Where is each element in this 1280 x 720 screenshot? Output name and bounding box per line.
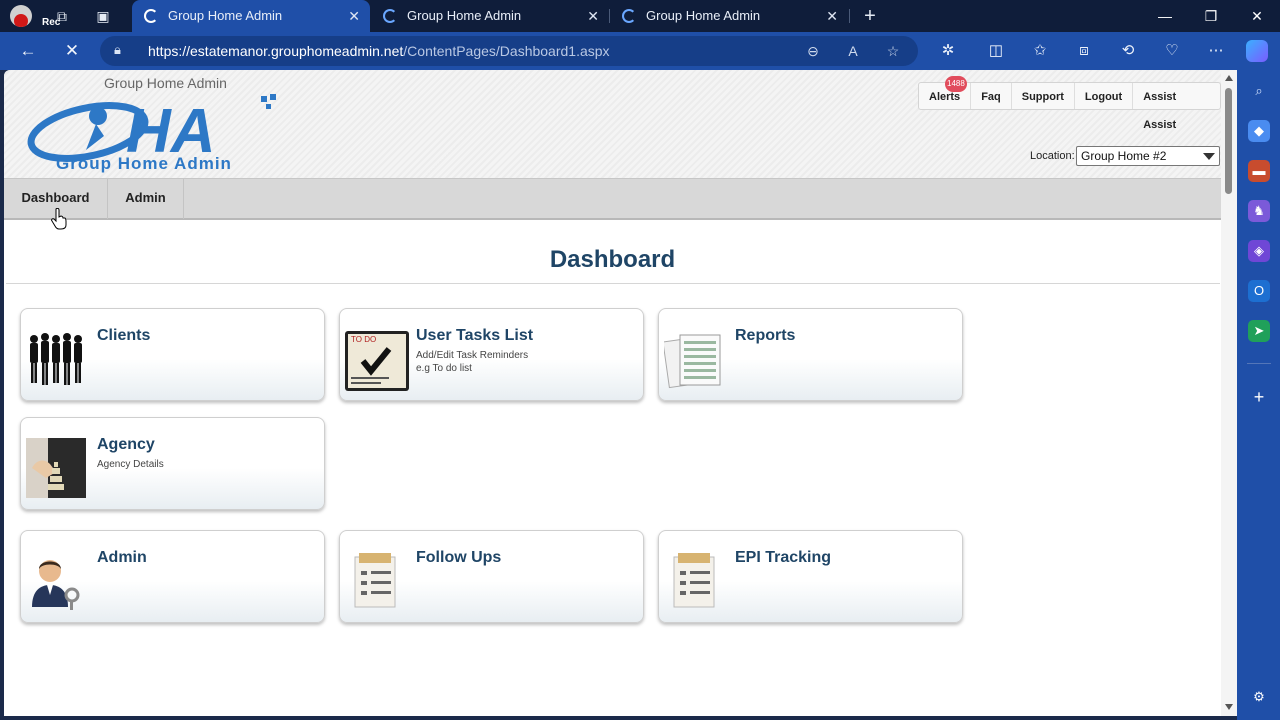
support-link[interactable]: Support (1012, 83, 1075, 109)
nav-admin[interactable]: Admin (108, 179, 184, 219)
card-title: Agency (97, 436, 155, 453)
browser-tab-2[interactable]: Group Home Admin ✕ (371, 0, 609, 32)
follow-up-form-icon (354, 553, 396, 608)
favorites-icon[interactable]: ✩ (1028, 40, 1052, 62)
card-admin[interactable]: Admin (20, 530, 325, 623)
location-value: Group Home #2 (1081, 149, 1167, 163)
games-icon[interactable]: ♞ (1248, 200, 1270, 222)
page-scrollbar[interactable] (1221, 70, 1237, 716)
tools-icon[interactable]: ▬ (1248, 160, 1270, 182)
logout-link[interactable]: Logout (1075, 83, 1134, 109)
browser-toolbar: ← ✕ 🔒︎ https://estatemanor.grouphomeadmi… (0, 32, 1280, 70)
card-title: Admin (97, 549, 147, 566)
split-screen-icon[interactable]: ◫ (984, 40, 1008, 62)
close-tab-icon[interactable]: ✕ (826, 0, 838, 32)
close-tab-icon[interactable]: ✕ (587, 0, 599, 32)
hand-cursor-icon (51, 208, 67, 230)
location-select[interactable]: Group Home #2 (1076, 146, 1220, 166)
reports-documents-icon (664, 334, 721, 389)
user-name-link[interactable]: Assist Assist (1133, 83, 1220, 131)
history-icon[interactable]: ⟲ (1116, 40, 1140, 62)
tab-title: Group Home Admin (168, 8, 283, 23)
alerts-link[interactable]: Alerts 1488 (919, 76, 972, 109)
close-window-icon[interactable]: ✕ (1234, 0, 1280, 32)
card-user-tasks[interactable]: TO DO User Tasks List Add/Edit Task Remi… (339, 308, 644, 401)
site-favicon-icon (622, 9, 636, 23)
tab-title: Group Home Admin (407, 8, 522, 23)
read-aloud-icon[interactable]: A (844, 42, 862, 60)
card-agency[interactable]: Agency Agency Details (20, 417, 325, 510)
card-follow-ups[interactable]: Follow Ups (339, 530, 644, 623)
browser-tab-3[interactable]: Group Home Admin ✕ (610, 0, 848, 32)
url-text[interactable]: https://estatemanor.grouphomeadmin.net/C… (148, 43, 610, 59)
card-clients[interactable]: Clients (20, 308, 325, 401)
alerts-count-badge: 1488 (945, 76, 967, 92)
add-sidebar-icon[interactable]: + (1248, 386, 1270, 408)
browser-tab-1[interactable]: Group Home Admin ✕ (132, 0, 370, 32)
browser-sidebar: ⌕ ◆ ▬ ♞ ◈ O ➤ + ⚙ (1237, 70, 1280, 720)
copilot-icon[interactable] (1246, 40, 1268, 62)
minimize-icon[interactable]: — (1142, 0, 1188, 32)
browser-titlebar: Rec ⧉ ▣ Group Home Admin ✕ Group Home Ad… (0, 0, 1280, 32)
back-icon[interactable]: ← (16, 40, 40, 62)
page-viewport: Group Home Admin HA Group Home Admin Ale… (4, 70, 1237, 716)
profile-avatar-icon[interactable] (10, 5, 32, 27)
address-bar[interactable]: 🔒︎ https://estatemanor.grouphomeadmin.ne… (100, 36, 918, 66)
site-favicon-icon (383, 9, 397, 23)
agency-building-icon (26, 438, 86, 498)
logo-subtitle: Group Home Admin (56, 154, 232, 173)
scroll-thumb[interactable] (1225, 88, 1232, 194)
close-tab-icon[interactable]: ✕ (348, 0, 360, 32)
todo-checklist-icon: TO DO (345, 331, 409, 391)
page-title: Dashboard (549, 246, 676, 273)
people-silhouettes-icon (30, 333, 82, 385)
tab-title: Group Home Admin (646, 8, 761, 23)
settings-gear-icon[interactable]: ⚙ (1248, 686, 1270, 708)
send-icon[interactable]: ➤ (1248, 320, 1270, 342)
epi-tracking-form-icon (673, 553, 715, 608)
restore-icon[interactable]: ❐ (1188, 0, 1234, 32)
card-subtitle: Add/Edit Task Reminders e.g To do list (416, 350, 529, 374)
more-options-icon[interactable]: ⋯ (1204, 40, 1228, 62)
card-subtitle: Agency Details (97, 459, 164, 470)
svg-text:TO DO: TO DO (351, 335, 376, 344)
favorite-star-icon[interactable]: ☆ (884, 42, 902, 60)
admin-user-keys-icon (32, 560, 80, 610)
new-tab-icon[interactable]: + (860, 6, 880, 26)
main-nav: Dashboard Admin (4, 178, 1221, 220)
lock-icon[interactable]: 🔒︎ (114, 42, 130, 60)
loading-icon (144, 9, 158, 23)
card-title: User Tasks List (416, 327, 534, 344)
card-title: EPI Tracking (735, 549, 832, 566)
outlook-icon[interactable]: O (1248, 280, 1270, 302)
card-title: Follow Ups (416, 549, 502, 566)
tab-actions-icon[interactable]: ▣ (93, 6, 113, 26)
extensions-icon[interactable]: ✲ (936, 40, 960, 62)
dropdown-arrow-icon (1203, 153, 1215, 160)
stop-loading-icon[interactable]: ✕ (60, 40, 84, 62)
performance-icon[interactable]: ♡ (1160, 40, 1184, 62)
site-name: Group Home Admin (104, 75, 227, 91)
faq-link[interactable]: Faq (971, 83, 1012, 109)
zoom-icon[interactable]: ⊖ (804, 42, 822, 60)
location-label: Location: (1030, 150, 1075, 162)
shopping-tag-icon[interactable]: ◆ (1248, 120, 1270, 142)
card-epi-tracking[interactable]: EPI Tracking (658, 530, 963, 623)
copilot-sidebar-icon[interactable]: ◈ (1248, 240, 1270, 262)
card-title: Reports (735, 327, 796, 344)
scroll-up-icon[interactable] (1225, 75, 1233, 81)
card-title: Clients (97, 327, 151, 344)
collections-icon[interactable]: ⧈ (1072, 40, 1096, 62)
site-header: Group Home Admin HA Group Home Admin Ale… (4, 70, 1221, 178)
top-menu: Alerts 1488 Faq Support Logout Assist As… (918, 76, 1221, 131)
title-divider (6, 283, 1220, 284)
card-reports[interactable]: Reports (658, 308, 963, 401)
scroll-down-icon[interactable] (1225, 704, 1233, 710)
search-icon[interactable]: ⌕ (1248, 80, 1270, 102)
workspaces-icon[interactable]: ⧉ (52, 6, 72, 26)
